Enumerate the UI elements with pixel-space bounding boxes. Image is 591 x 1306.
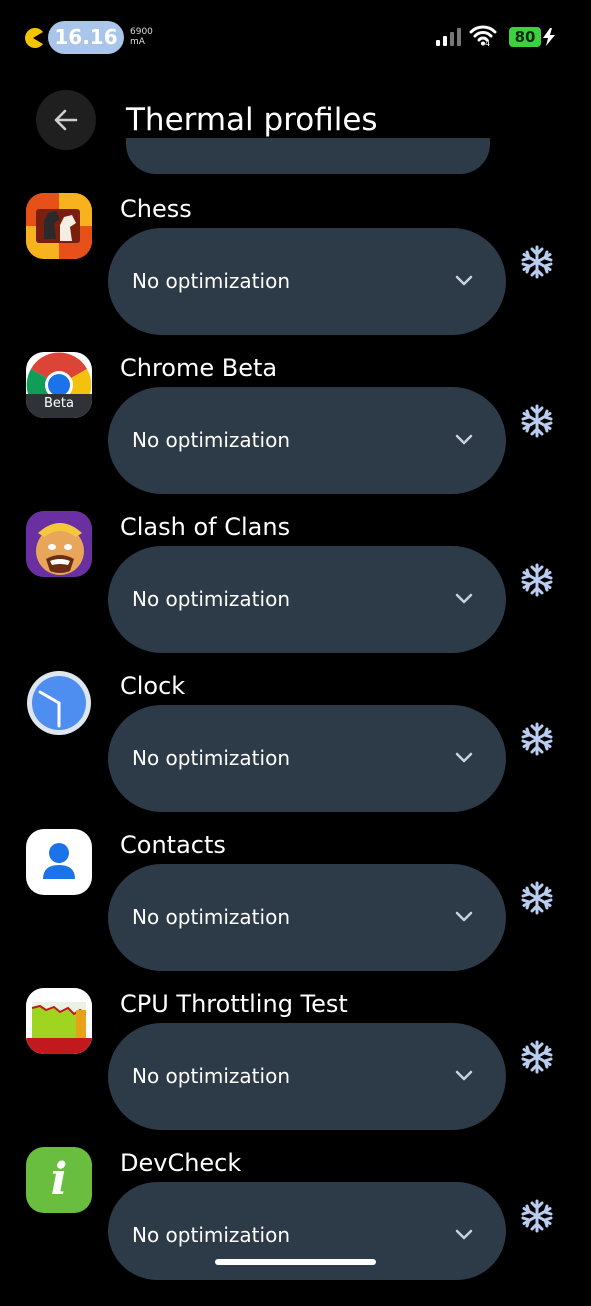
chevron-down-icon [455, 1229, 473, 1240]
chevron-down-icon [455, 434, 473, 445]
thermal-mode-dropdown[interactable]: No optimization [108, 228, 506, 335]
app-name: CPU Throttling Test [120, 990, 348, 1018]
chess-app-icon [26, 193, 92, 259]
chevron-down-icon [455, 275, 473, 286]
beta-badge: Beta [44, 396, 74, 411]
contacts-app-icon [26, 829, 92, 895]
page-title: Thermal profiles [126, 102, 378, 138]
snowflake-icon[interactable] [520, 1199, 554, 1233]
snowflake-icon[interactable] [520, 563, 554, 597]
app-row-clock: Clock No optimization [0, 670, 591, 829]
app-name: Clock [120, 672, 186, 700]
arrow-left-icon [54, 109, 78, 131]
app-name: Clash of Clans [120, 513, 291, 541]
home-indicator[interactable] [215, 1259, 376, 1265]
app-row-cpu-throttling-test: CPU Throttling Test No optimization [0, 988, 591, 1147]
dropdown-value: No optimization [132, 746, 290, 770]
wifi-icon: 4 [469, 24, 497, 48]
thermal-mode-dropdown[interactable]: No optimization [108, 1182, 506, 1280]
cpu-throttling-test-app-icon [26, 988, 92, 1054]
pacman-icon [25, 28, 43, 48]
chevron-down-icon [455, 911, 473, 922]
status-time: 16.16 [48, 21, 124, 54]
network-label: 4 [485, 39, 491, 48]
app-name: Chrome Beta [120, 354, 278, 382]
app-row-devcheck: i DevCheck No optimization [0, 1147, 591, 1306]
snowflake-icon[interactable] [520, 722, 554, 756]
dropdown-value: No optimization [132, 269, 290, 293]
status-bar: 16.16 6900 mA 4 80 [0, 0, 591, 76]
back-button[interactable] [36, 90, 96, 150]
dropdown-value: No optimization [132, 905, 290, 929]
clash-of-clans-app-icon [26, 511, 92, 577]
chrome-beta-app-icon: Beta [26, 352, 92, 418]
snowflake-icon[interactable] [520, 404, 554, 438]
thermal-mode-dropdown[interactable]: No optimization [108, 864, 506, 971]
thermal-mode-dropdown[interactable]: No optimization [108, 387, 506, 494]
thermal-mode-dropdown[interactable]: No optimization [108, 1023, 506, 1130]
app-row-contacts: Contacts No optimization [0, 829, 591, 988]
info-glyph: i [50, 1154, 68, 1205]
thermal-mode-dropdown[interactable]: No optimization [108, 705, 506, 812]
clock-app-icon [26, 670, 92, 736]
dropdown-value: No optimization [132, 1064, 290, 1088]
snowflake-icon[interactable] [520, 245, 554, 279]
app-row-chrome-beta: Beta Chrome Beta No optimization [0, 352, 591, 511]
app-name: DevCheck [120, 1149, 242, 1177]
thermal-mode-dropdown[interactable]: No optimization [108, 546, 506, 653]
charging-icon [543, 28, 555, 46]
snowflake-icon[interactable] [520, 881, 554, 915]
snowflake-icon[interactable] [520, 1040, 554, 1074]
chevron-down-icon [455, 1070, 473, 1081]
chevron-down-icon [455, 593, 473, 604]
dropdown-value: No optimization [132, 1223, 290, 1247]
dropdown-value: No optimization [132, 428, 290, 452]
dropdown-value: No optimization [132, 587, 290, 611]
partial-dropdown[interactable] [126, 138, 490, 174]
signal-icon [436, 28, 461, 46]
app-row-chess: Chess No optimization [0, 193, 591, 352]
app-name: Chess [120, 195, 192, 223]
current-readout: 6900 mA [130, 27, 153, 47]
devcheck-app-icon: i [26, 1147, 92, 1213]
battery-indicator: 80 [509, 27, 541, 47]
chevron-down-icon [455, 752, 473, 763]
app-row-clash-of-clans: Clash of Clans No optimization [0, 511, 591, 670]
app-name: Contacts [120, 831, 226, 859]
